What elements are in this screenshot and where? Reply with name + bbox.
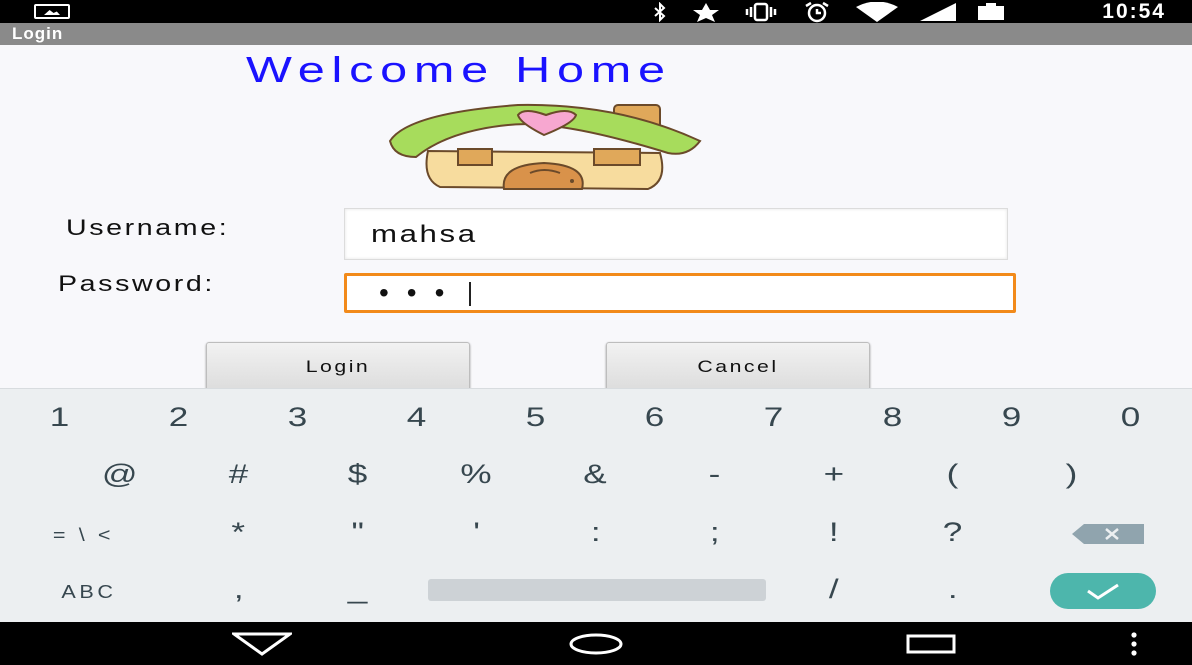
keyboard-row-symbols-1: @ # $ % & - + ( ) xyxy=(0,446,1192,502)
key-dollar[interactable]: $ xyxy=(298,446,417,502)
key-more-symbols[interactable]: = \ < xyxy=(24,504,143,560)
bluetooth-icon xyxy=(654,1,666,22)
login-button[interactable]: Login xyxy=(206,342,470,388)
key-period[interactable]: . xyxy=(893,561,1012,617)
key-0[interactable]: 0 xyxy=(1071,389,1190,445)
cancel-button-label: Cancel xyxy=(697,357,779,376)
key-exclamation[interactable]: ! xyxy=(774,504,893,560)
recents-button[interactable] xyxy=(906,622,956,665)
battery-icon xyxy=(978,2,1004,20)
recents-icon xyxy=(906,634,956,653)
key-minus[interactable]: - xyxy=(655,446,774,502)
key-asterisk[interactable]: * xyxy=(179,504,298,560)
key-6[interactable]: 6 xyxy=(595,389,714,445)
key-7[interactable]: 7 xyxy=(714,389,833,445)
key-plus[interactable]: + xyxy=(774,446,893,502)
key-9[interactable]: 9 xyxy=(952,389,1071,445)
key-open-paren[interactable]: ( xyxy=(893,446,1012,502)
key-question[interactable]: ? xyxy=(893,504,1012,560)
action-bar: Login xyxy=(0,23,1192,45)
key-single-quote[interactable]: ' xyxy=(417,504,536,560)
symbol-keyboard: 1 2 3 4 5 6 7 8 9 0 @ # $ % & - + ( ) = … xyxy=(0,388,1192,622)
key-hash[interactable]: # xyxy=(179,446,298,502)
password-field[interactable]: ••• xyxy=(344,273,1016,313)
key-double-quote[interactable]: " xyxy=(298,504,417,560)
house-image xyxy=(388,103,702,191)
login-screen: Welcome Home Username: mahsa Password: •… xyxy=(0,45,1192,388)
key-4[interactable]: 4 xyxy=(357,389,476,445)
key-close-paren[interactable]: ) xyxy=(1012,446,1131,502)
status-time: 10:54 xyxy=(1102,0,1166,23)
checkmark-icon xyxy=(1087,583,1119,600)
app-title: Login xyxy=(12,24,64,43)
star-icon xyxy=(693,2,719,22)
key-slash[interactable]: / xyxy=(774,561,893,617)
text-cursor xyxy=(469,282,471,306)
back-button[interactable] xyxy=(232,622,292,665)
username-label: Username: xyxy=(66,215,230,240)
key-ampersand[interactable]: & xyxy=(536,446,655,502)
cell-signal-icon xyxy=(920,2,956,21)
spacebar[interactable] xyxy=(428,579,766,601)
key-5[interactable]: 5 xyxy=(476,389,595,445)
menu-icon xyxy=(1131,631,1137,656)
backspace-icon[interactable] xyxy=(1072,524,1144,544)
navigation-bar xyxy=(0,622,1192,665)
vibrate-icon xyxy=(745,2,777,21)
key-underscore[interactable]: _ xyxy=(298,561,417,617)
key-colon[interactable]: : xyxy=(536,504,655,560)
home-button[interactable] xyxy=(568,622,624,665)
key-at[interactable]: @ xyxy=(60,446,179,502)
image-icon xyxy=(34,4,70,19)
key-8[interactable]: 8 xyxy=(833,389,952,445)
key-2[interactable]: 2 xyxy=(119,389,238,445)
key-comma[interactable]: , xyxy=(179,561,298,617)
status-bar: 10:54 xyxy=(0,0,1192,23)
keyboard-row-symbols-2: = \ < * " ' : ; ! ? xyxy=(0,504,1192,560)
username-value: mahsa xyxy=(371,221,478,248)
key-1[interactable]: 1 xyxy=(0,389,119,445)
status-icons xyxy=(650,0,1006,23)
wifi-icon xyxy=(856,1,898,22)
enter-key[interactable] xyxy=(1050,573,1156,609)
password-mask: ••• xyxy=(379,277,463,308)
password-label: Password: xyxy=(58,271,215,296)
alarm-icon xyxy=(805,1,829,22)
username-field[interactable]: mahsa xyxy=(344,208,1008,260)
keyboard-row-digits: 1 2 3 4 5 6 7 8 9 0 xyxy=(0,389,1192,445)
key-abc[interactable]: ABC xyxy=(30,561,149,617)
welcome-heading: Welcome Home xyxy=(246,49,672,90)
home-icon xyxy=(569,633,623,654)
login-button-label: Login xyxy=(305,357,371,376)
overflow-menu-button[interactable] xyxy=(1120,622,1148,665)
back-icon xyxy=(232,632,292,656)
cancel-button[interactable]: Cancel xyxy=(606,342,870,388)
key-percent[interactable]: % xyxy=(417,446,536,502)
key-semicolon[interactable]: ; xyxy=(655,504,774,560)
key-3[interactable]: 3 xyxy=(238,389,357,445)
